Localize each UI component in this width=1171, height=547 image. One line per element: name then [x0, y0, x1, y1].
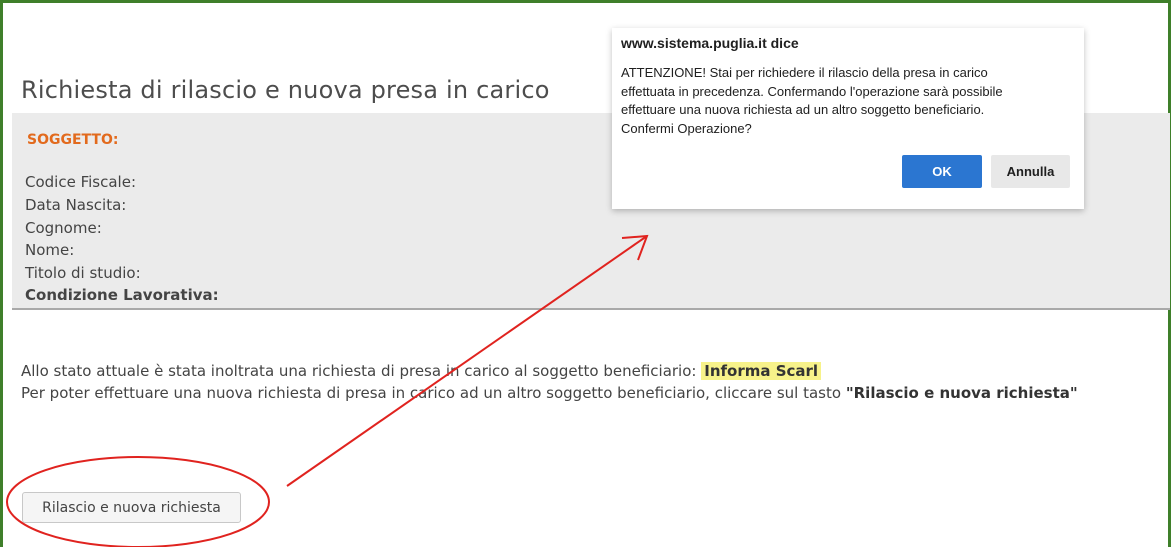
field-nome: Nome: [25, 241, 75, 259]
dialog-message-line: Confermi Operazione? [621, 120, 752, 136]
button-reference: "Rilascio e nuova richiesta" [845, 384, 1078, 402]
info-line-1-text: Allo stato attuale è stata inoltrata una… [21, 362, 697, 380]
soggetto-header: SOGGETTO: [27, 132, 119, 148]
dialog-message: ATTENZIONE! Stai per richiedere il rilas… [621, 64, 1041, 138]
beneficiary-badge: Informa Scarl [701, 362, 822, 380]
field-cognome: Cognome: [25, 219, 102, 237]
field-condizione-lavorativa: Condizione Lavorativa: [25, 286, 219, 304]
dialog-cancel-button[interactable]: Annulla [991, 155, 1070, 188]
dialog-title: www.sistema.puglia.it dice [621, 35, 799, 51]
dialog-message-line: effettuare una nuova richiesta ad un alt… [621, 102, 985, 117]
info-line-2: Per poter effettuare una nuova richiesta… [21, 384, 1078, 402]
info-line-2-text: Per poter effettuare una nuova richiesta… [21, 384, 842, 402]
field-titolo-studio: Titolo di studio: [25, 264, 141, 282]
dialog-message-line: ATTENZIONE! Stai per richiedere il rilas… [621, 65, 988, 80]
field-codice-fiscale: Codice Fiscale: [25, 173, 136, 191]
info-line-1: Allo stato attuale è stata inoltrata una… [21, 362, 822, 380]
dialog-message-line: effettuata in precedenza. Confermando l'… [621, 83, 1003, 99]
field-data-nascita: Data Nascita: [25, 196, 127, 214]
page-title: Richiesta di rilascio e nuova presa in c… [21, 76, 550, 104]
rilascio-nuova-richiesta-button[interactable]: Rilascio e nuova richiesta [22, 492, 241, 523]
dialog-ok-button[interactable]: OK [902, 155, 982, 188]
